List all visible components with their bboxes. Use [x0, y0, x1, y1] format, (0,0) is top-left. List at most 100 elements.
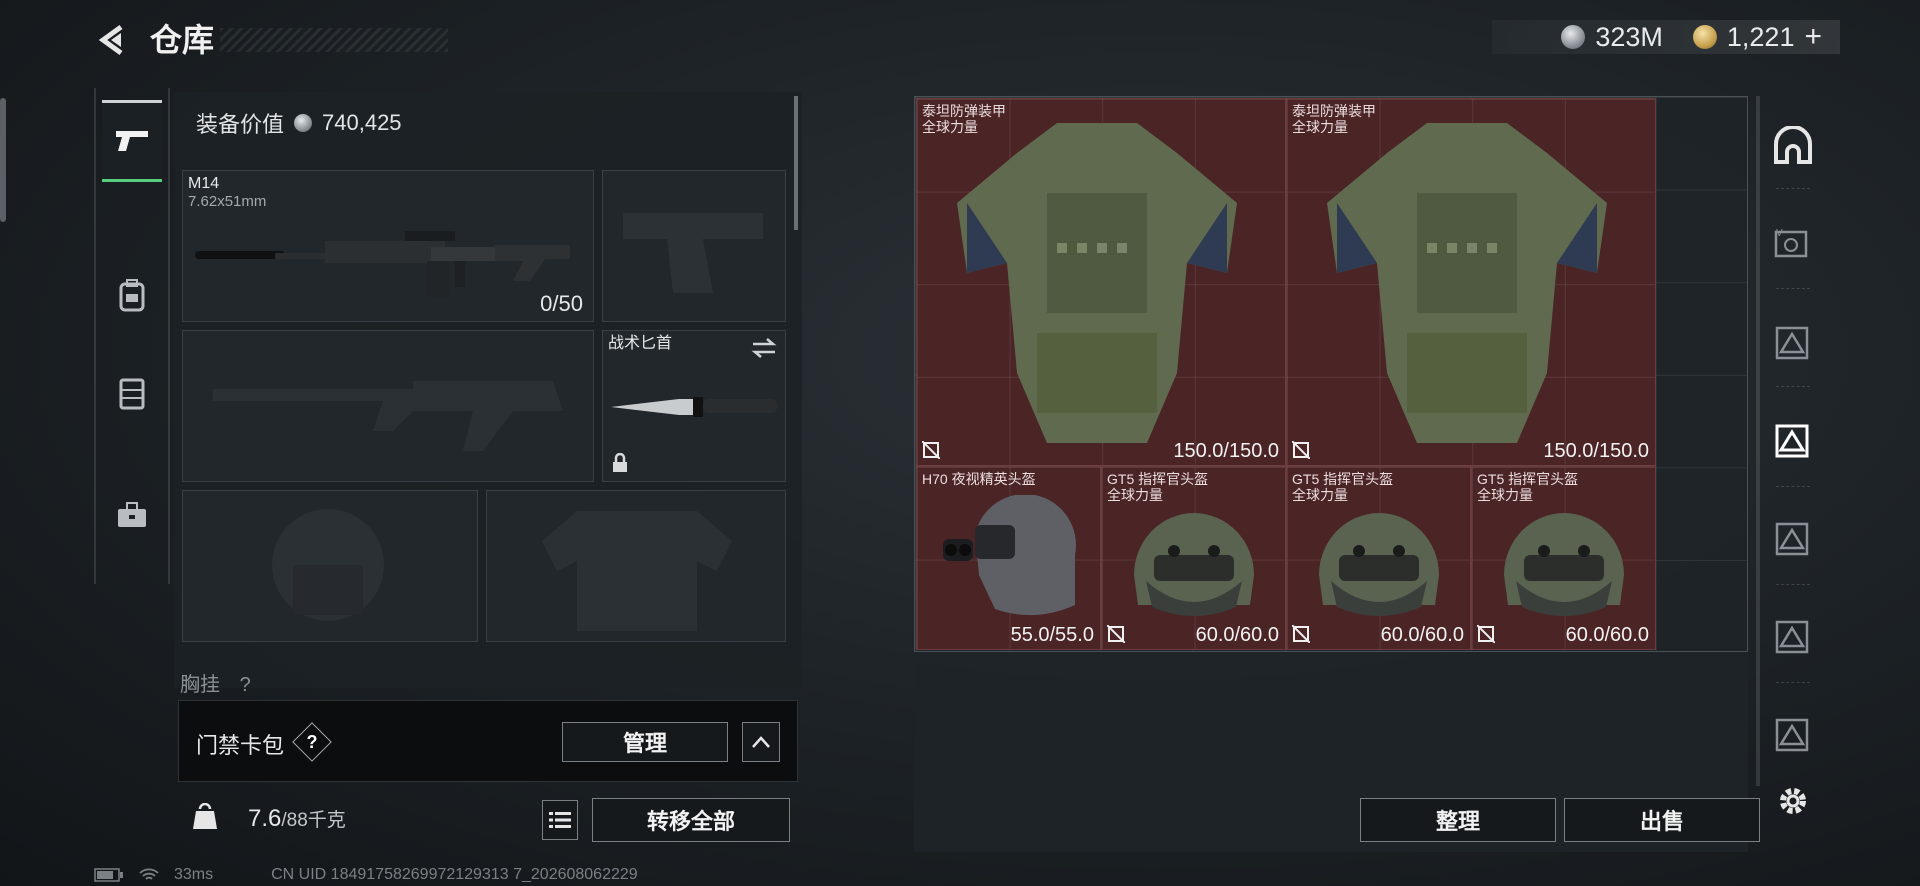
- helmet-slot[interactable]: [182, 490, 478, 642]
- rail-separator: [1776, 288, 1810, 289]
- equipment-value-label: 装备价值: [196, 112, 285, 137]
- rail-separator: [1776, 682, 1810, 683]
- backpack-icon: [119, 279, 145, 312]
- item-name: GT5 指挥官头盔 全球力量: [1477, 471, 1579, 503]
- rail-tier-iv-b[interactable]: [1768, 612, 1818, 662]
- primary-weapon-slot[interactable]: M14 7.62x51mm 0/50: [182, 170, 594, 322]
- tab-backpack[interactable]: [102, 254, 162, 336]
- collapse-button[interactable]: [742, 722, 780, 762]
- item-name: 泰坦防弹装甲 全球力量: [1292, 103, 1376, 135]
- body-armor-image: [957, 123, 1237, 443]
- item-durability: 60.0/60.0: [1380, 624, 1464, 646]
- armor-tier-iv-icon: [1775, 326, 1809, 360]
- nvg-helmet-image: [943, 495, 1076, 616]
- pistol-icon: [116, 131, 148, 151]
- tab-toolbox[interactable]: [102, 474, 162, 556]
- battery-icon: [94, 868, 123, 882]
- gt5-helmet-image: [1134, 513, 1254, 616]
- rail-separator: [1776, 584, 1810, 585]
- no-trade-icon: [1292, 625, 1310, 643]
- no-trade-icon: [1477, 625, 1495, 643]
- melee-slot[interactable]: 战术匕首: [602, 330, 786, 482]
- keycard-label: 门禁卡包: [196, 733, 285, 758]
- m14-rifle-icon: [195, 231, 570, 297]
- lock-icon: [613, 453, 627, 472]
- vest-icon: [119, 378, 145, 410]
- item-durability: 60.0/60.0: [1565, 624, 1649, 646]
- equipment-scrollbar[interactable]: [794, 96, 798, 230]
- chest-rig-label: 胸挂 ?: [180, 674, 251, 696]
- secondary-weapon-slot[interactable]: [182, 330, 594, 482]
- storage-item[interactable]: H70 夜视精英头盔 55.0/55.0: [916, 466, 1101, 650]
- back-arrow-icon: [98, 24, 123, 56]
- gold-amount: 1,221: [1726, 21, 1795, 52]
- list-icon: [549, 812, 571, 828]
- rail-tier-iv-c[interactable]: [1768, 710, 1818, 760]
- rail-helmet-category[interactable]: [1768, 120, 1818, 170]
- chevron-up-icon: [752, 736, 770, 748]
- sort-button[interactable]: 整理: [1360, 798, 1556, 842]
- armor-tier-iv-icon: [1775, 620, 1809, 654]
- transfer-all-button[interactable]: 转移全部: [592, 798, 790, 842]
- item-durability: 150.0/150.0: [1173, 440, 1279, 462]
- storage-item[interactable]: GT5 指挥官头盔 全球力量 60.0/60.0: [1286, 466, 1471, 650]
- sell-button[interactable]: 出售: [1564, 798, 1760, 842]
- loadout-tab-strip: [94, 88, 170, 584]
- rail-tier-iii[interactable]: [1768, 514, 1818, 564]
- armor-silhouette-icon: [542, 511, 732, 631]
- sidearm-slot[interactable]: [602, 170, 786, 322]
- equipment-value-row: 装备价值 740,425: [196, 106, 402, 140]
- armor-tier-v-icon: V: [1774, 228, 1808, 258]
- armor-slot[interactable]: [486, 490, 786, 642]
- rail-tier-v[interactable]: V: [1768, 218, 1818, 268]
- tab-vest[interactable]: [102, 352, 162, 434]
- gt5-helmet-image: [1319, 513, 1439, 616]
- no-trade-icon: [1292, 441, 1310, 459]
- storage-item[interactable]: GT5 指挥官头盔 全球力量 60.0/60.0: [1101, 466, 1286, 650]
- tab-weapons[interactable]: [102, 100, 162, 182]
- gt5-helmet-image: [1504, 513, 1624, 616]
- list-view-button[interactable]: [542, 800, 578, 840]
- item-name: 泰坦防弹装甲 全球力量: [922, 103, 1006, 135]
- title-decoration: [220, 28, 448, 52]
- knife-icon: [611, 397, 777, 417]
- uid-readout: CN UID 18491758269972129313 7_2026080622…: [271, 866, 638, 883]
- weight-indicator: [180, 790, 230, 844]
- ping-readout: 33ms: [174, 866, 214, 883]
- page-title: 仓库: [150, 22, 215, 58]
- add-gold-button[interactable]: +: [1804, 20, 1822, 54]
- armor-tier-iii-icon: [1775, 522, 1809, 556]
- settings-button[interactable]: [1768, 776, 1818, 826]
- silver-amount: 323M: [1595, 21, 1663, 52]
- item-durability: 150.0/150.0: [1543, 440, 1649, 462]
- storage-item[interactable]: 泰坦防弹装甲 全球力量 150.0/150.0: [1286, 98, 1656, 466]
- equipment-value: 740,425: [322, 110, 402, 135]
- storage-item[interactable]: 泰坦防弹装甲 全球力量 150.0/150.0: [916, 98, 1286, 466]
- armor-tier-iii-icon: [1775, 424, 1809, 458]
- weapon-caliber: 7.62x51mm: [188, 193, 267, 210]
- item-durability: 55.0/55.0: [1010, 624, 1094, 646]
- silver-coin-icon: [294, 114, 313, 132]
- left-scrollbar[interactable]: [0, 98, 6, 222]
- rail-separator: [1776, 188, 1810, 189]
- weight-icon: [193, 803, 217, 829]
- rail-separator: [1776, 386, 1810, 387]
- helmet-silhouette-icon: [272, 509, 384, 621]
- rail-tier-iii-active[interactable]: [1768, 416, 1818, 466]
- swap-icon[interactable]: [751, 337, 777, 359]
- rifle-silhouette-icon: [213, 381, 563, 451]
- rail-separator: [1776, 486, 1810, 487]
- armor-tier-iv-icon: [1775, 718, 1809, 752]
- storage-item[interactable]: GT5 指挥官头盔 全球力量 60.0/60.0: [1471, 466, 1656, 650]
- svg-text:V: V: [1776, 228, 1783, 239]
- manage-button[interactable]: 管理: [562, 722, 728, 762]
- back-button[interactable]: [92, 20, 132, 60]
- weight-readout: 7.6/88千克: [248, 805, 346, 832]
- chest-rig-help-icon: ?: [239, 674, 251, 696]
- rail-tier-iv[interactable]: [1768, 318, 1818, 368]
- category-rail: V: [1758, 100, 1828, 840]
- toolbox-icon: [118, 502, 146, 527]
- weapon-name: M14: [188, 175, 220, 192]
- melee-name: 战术匕首: [608, 335, 673, 352]
- pistol-silhouette-icon: [623, 213, 763, 293]
